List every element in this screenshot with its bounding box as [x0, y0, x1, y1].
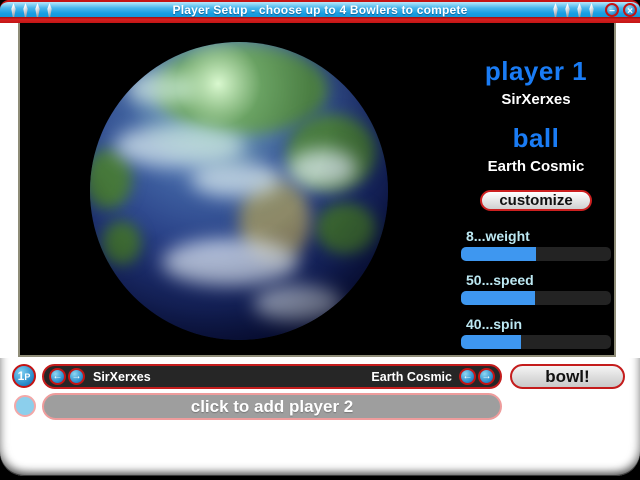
- ball-heading: ball: [457, 123, 615, 154]
- bowling-pin-icon: [21, 3, 30, 17]
- earth-ball-preview: [90, 42, 388, 340]
- preview-screen: player 1 SirXerxes ball Earth Cosmic cus…: [18, 23, 616, 357]
- earth-shading: [90, 42, 388, 340]
- player1-badge[interactable]: 1P: [12, 364, 36, 388]
- player1-row-name: SirXerxes: [93, 370, 151, 384]
- player-panel: player 1 SirXerxes ball Earth Cosmic cus…: [457, 23, 615, 349]
- spin-slider-group: 40...spin: [457, 316, 615, 349]
- add-player2-button[interactable]: click to add player 2: [42, 393, 502, 420]
- ball-prev-button[interactable]: ←: [459, 368, 476, 385]
- ball-name: Earth Cosmic: [457, 158, 615, 175]
- minimize-button[interactable]: −: [605, 3, 619, 17]
- bowling-pin-icon: [587, 3, 596, 17]
- window-title: Player Setup - choose up to 4 Bowlers to…: [0, 3, 640, 17]
- ball-next-button[interactable]: →: [478, 368, 495, 385]
- player-name-next-button[interactable]: →: [68, 368, 85, 385]
- window-controls: − ×: [605, 3, 637, 17]
- player1-badge-suffix: P: [24, 372, 30, 382]
- weight-slider-group: 8...weight: [457, 228, 615, 261]
- speed-slider-label: 50...speed: [457, 272, 615, 288]
- speed-slider-fill: [461, 291, 535, 305]
- spin-slider-fill: [461, 335, 521, 349]
- bowling-pins-right: [551, 3, 596, 17]
- close-button[interactable]: ×: [623, 3, 637, 17]
- bowling-pin-icon: [45, 3, 54, 17]
- bowling-pins-left: [9, 3, 54, 17]
- weight-slider-fill: [461, 247, 536, 261]
- title-bar: Player Setup - choose up to 4 Bowlers to…: [0, 0, 640, 17]
- player-name: SirXerxes: [457, 91, 615, 108]
- main-area: player 1 SirXerxes ball Earth Cosmic cus…: [0, 23, 640, 358]
- player-name-prev-button[interactable]: ←: [49, 368, 66, 385]
- spin-slider-label: 40...spin: [457, 316, 615, 332]
- speed-slider[interactable]: [461, 291, 611, 305]
- bowling-pin-icon: [33, 3, 42, 17]
- player1-row: ← → SirXerxes Earth Cosmic ← →: [42, 364, 502, 389]
- speed-slider-group: 50...speed: [457, 272, 615, 305]
- bowling-pin-icon: [575, 3, 584, 17]
- player-heading: player 1: [457, 56, 615, 87]
- player1-row-ball: Earth Cosmic: [371, 370, 452, 384]
- player2-badge-placeholder[interactable]: [14, 395, 36, 417]
- bowling-pin-icon: [9, 3, 18, 17]
- player-setup-bar: 1P ← → SirXerxes Earth Cosmic ← → bowl! …: [0, 358, 640, 476]
- customize-button[interactable]: customize: [480, 190, 592, 211]
- bowling-pin-icon: [551, 3, 560, 17]
- weight-slider[interactable]: [461, 247, 611, 261]
- spin-slider[interactable]: [461, 335, 611, 349]
- bowling-pin-icon: [563, 3, 572, 17]
- bowl-button[interactable]: bowl!: [510, 364, 625, 389]
- game-window: Player Setup - choose up to 4 Bowlers to…: [0, 0, 640, 476]
- weight-slider-label: 8...weight: [457, 228, 615, 244]
